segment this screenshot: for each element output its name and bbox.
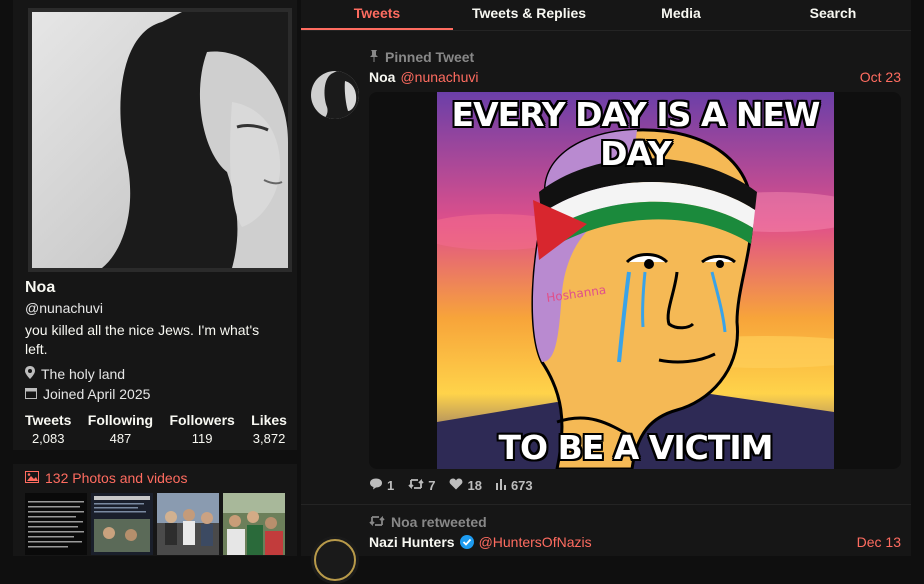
stat-value: 3,872 <box>252 431 286 446</box>
stat-likes[interactable]: Likes 3,872 <box>251 412 287 446</box>
image-icon <box>25 470 39 486</box>
location-pin-icon <box>25 366 35 382</box>
photos-link[interactable]: 132 Photos and videos <box>25 470 187 486</box>
tweet-author-name[interactable]: Nazi Hunters <box>369 534 455 550</box>
profile-bio: you killed all the nice Jews. I'm what's… <box>25 322 260 357</box>
retweet-button[interactable]: 7 <box>408 478 435 493</box>
profile-stats: Tweets 2,083 Following 487 Followers 119… <box>25 412 287 446</box>
stat-value: 487 <box>109 431 132 446</box>
meme-image: Hoshanna EVERY DAY IS A NEW DAY TO BE A … <box>437 92 834 469</box>
photo-thumbnail[interactable] <box>25 493 87 555</box>
tweet-author-handle[interactable]: @HuntersOfNazis <box>479 534 592 550</box>
photo-thumbnails <box>25 493 285 555</box>
location-text: The holy land <box>41 366 126 382</box>
retweet-label: Noa retweeted <box>369 514 487 530</box>
photo-thumbnail[interactable] <box>91 493 153 555</box>
tab-tweets[interactable]: Tweets <box>301 0 453 30</box>
photo-thumbnail[interactable] <box>157 493 219 555</box>
retweet-icon <box>369 514 385 530</box>
profile-joined: Joined April 2025 <box>25 386 150 402</box>
tweet-media[interactable]: Hoshanna EVERY DAY IS A NEW DAY TO BE A … <box>369 92 901 469</box>
heart-icon <box>449 478 463 493</box>
retweet-icon <box>408 478 424 493</box>
stat-label: Following <box>87 412 154 428</box>
tweet-date[interactable]: Oct 23 <box>860 69 901 85</box>
profile-handle[interactable]: @nunachuvi <box>25 300 103 316</box>
stat-followers[interactable]: Followers 119 <box>169 412 234 446</box>
stat-value: 119 <box>191 431 213 446</box>
tweet-author-handle[interactable]: @nunachuvi <box>400 69 478 85</box>
tweet-author-name[interactable]: Noa <box>369 69 395 85</box>
joined-text: Joined April 2025 <box>43 386 151 402</box>
retweet-count: 7 <box>428 478 436 493</box>
tweet-actions: 1 7 18 673 <box>369 478 533 493</box>
stat-label: Followers <box>169 412 235 428</box>
pinned-label: Pinned Tweet <box>369 49 474 65</box>
reply-count: 1 <box>387 478 395 493</box>
profile-location: The holy land <box>25 366 125 382</box>
tab-media[interactable]: Media <box>605 0 757 30</box>
stat-label: Likes <box>251 412 287 428</box>
photos-title-text: 132 Photos and videos <box>45 470 188 486</box>
stat-following[interactable]: Following 487 <box>88 412 153 446</box>
profile-card: Noa @nunachuvi you killed all the nice J… <box>13 0 297 450</box>
bar-chart-icon <box>495 478 507 493</box>
tweet-divider <box>301 504 911 505</box>
view-count: 673 <box>510 478 533 493</box>
meme-bottom-text: TO BE A VICTIM <box>498 428 774 467</box>
reply-icon <box>369 478 383 493</box>
tweet-date[interactable]: Dec 13 <box>857 534 901 550</box>
stat-value: 2,083 <box>31 431 65 446</box>
profile-name: Noa <box>25 279 56 296</box>
photos-card: 132 Photos and videos <box>13 464 297 556</box>
right-gutter <box>911 0 924 556</box>
retweet-label-text: Noa retweeted <box>391 514 487 530</box>
views-button[interactable]: 673 <box>495 478 533 493</box>
pinned-text: Pinned Tweet <box>385 49 475 65</box>
stat-label: Tweets <box>25 412 72 428</box>
pin-icon <box>369 49 379 65</box>
profile-avatar[interactable] <box>28 8 292 272</box>
stat-tweets[interactable]: Tweets 2,083 <box>25 412 71 446</box>
tweet-avatar[interactable] <box>311 71 359 119</box>
tab-tweets-and-replies[interactable]: Tweets & Replies <box>453 0 605 30</box>
verified-badge-icon <box>459 535 474 549</box>
calendar-icon <box>25 386 37 402</box>
tab-search[interactable]: Search <box>757 0 909 30</box>
photo-thumbnail[interactable] <box>223 493 285 555</box>
meme-top-text: EVERY DAY IS A NEW DAY <box>451 95 821 173</box>
like-count: 18 <box>467 478 482 493</box>
reply-button[interactable]: 1 <box>369 478 394 493</box>
tweet-header: Noa @nunachuvi Oct 23 <box>369 69 901 85</box>
tweet-avatar[interactable] <box>311 536 359 584</box>
profile-sidebar: Noa @nunachuvi you killed all the nice J… <box>13 0 297 556</box>
like-button[interactable]: 18 <box>449 478 482 493</box>
timeline-panel: Tweets Tweets & Replies Media Search Pin… <box>301 0 911 584</box>
tweet-header: Nazi Hunters @HuntersOfNazis Dec 13 <box>369 534 901 550</box>
timeline-tabs: Tweets Tweets & Replies Media Search <box>301 0 911 31</box>
